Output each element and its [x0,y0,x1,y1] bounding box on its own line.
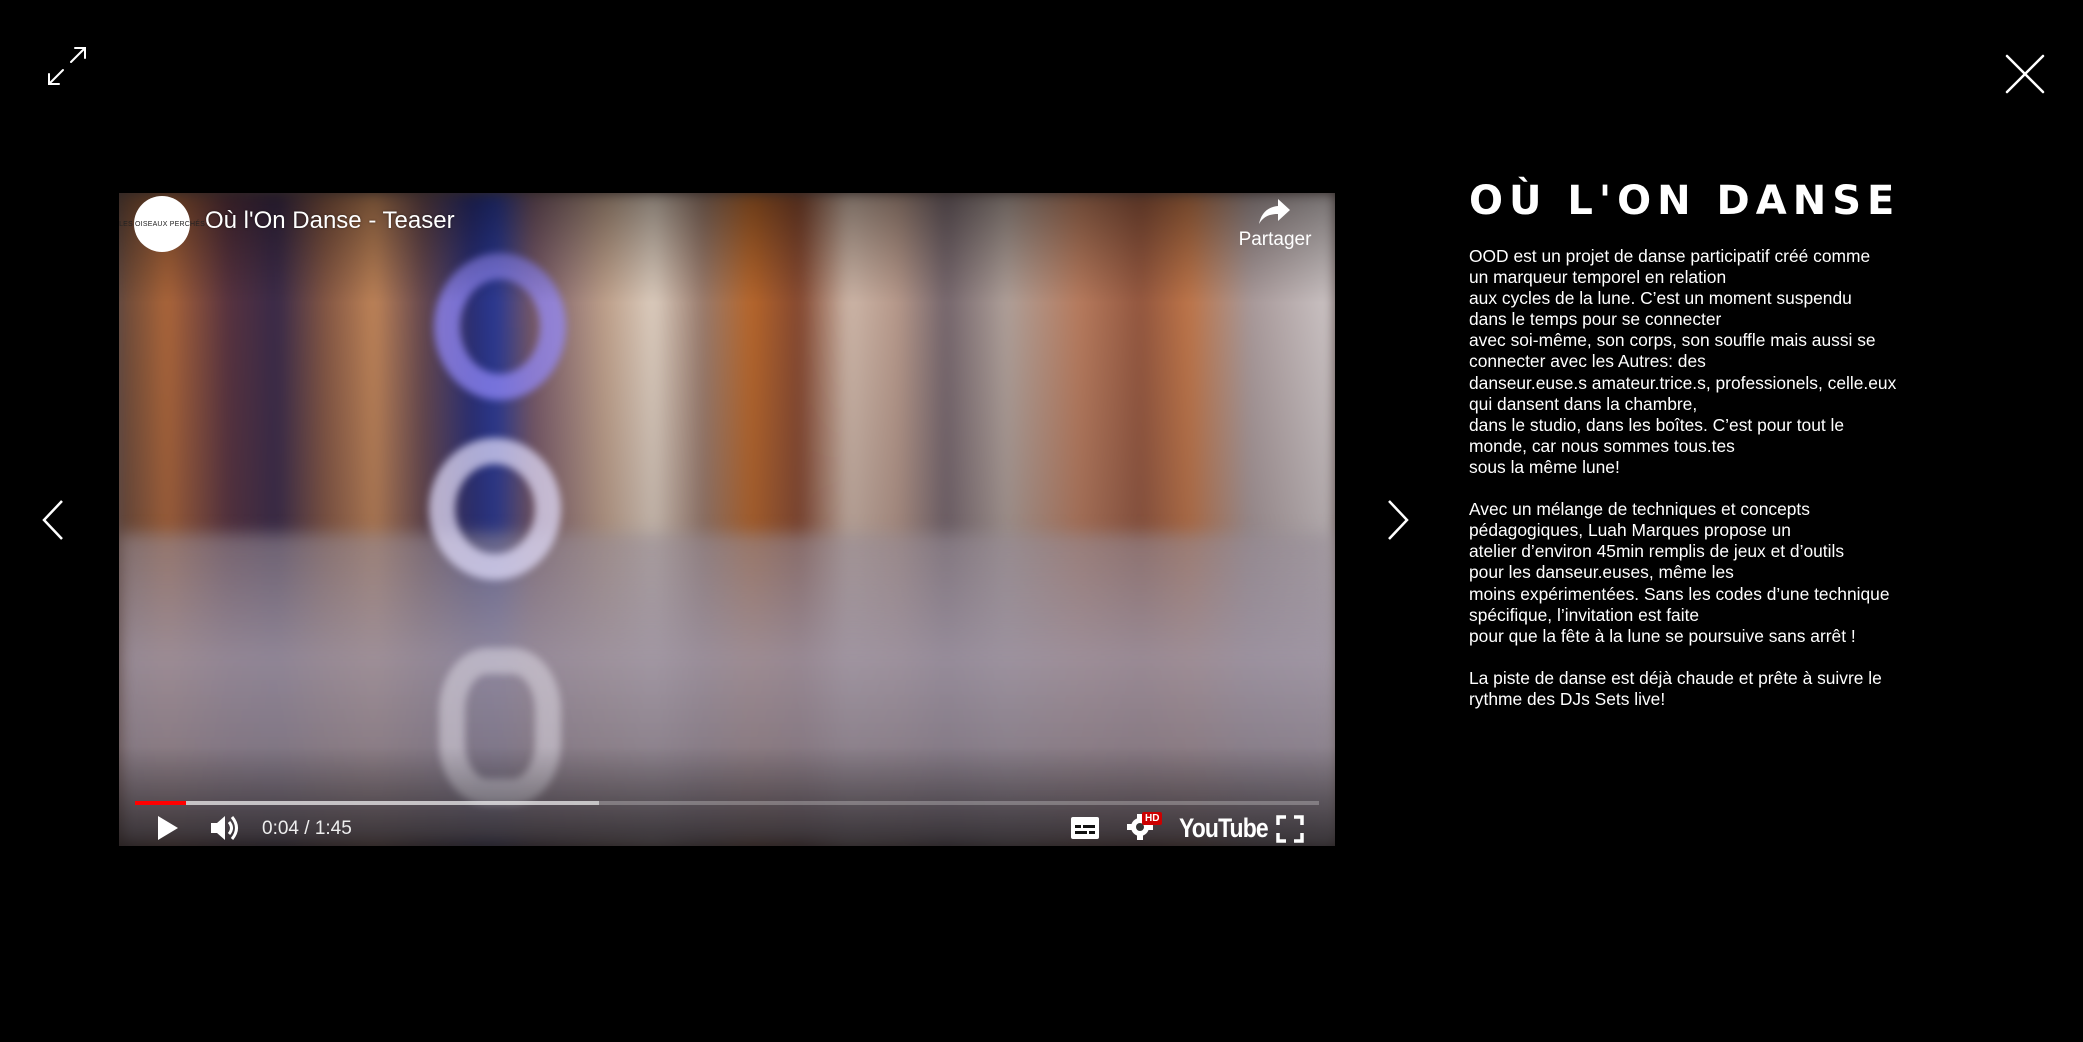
progress-bar[interactable] [135,801,1319,805]
play-icon[interactable] [155,813,181,843]
description-paragraph: OOD est un projet de danse participatif … [1469,246,1897,477]
hd-badge: HD [1142,812,1163,825]
share-label: Partager [1238,229,1312,250]
progress-buffered [135,801,600,805]
channel-avatar-text: LES OISEAUX PERCHÉS [119,220,205,228]
player-controls: 0:04 / 1:45 HD YouTube [119,811,1335,846]
share-button[interactable]: Partager [1227,193,1323,273]
youtube-logo[interactable]: YouTube [1179,813,1269,844]
description-paragraph: La piste de danse est déjà chaude et prê… [1469,667,1882,709]
fullscreen-icon[interactable] [1276,815,1304,843]
subtitles-icon[interactable] [1070,816,1100,840]
project-title: OÙ L'ON DANSE [1469,178,1901,224]
volume-icon[interactable] [209,813,243,843]
channel-avatar[interactable]: LES OISEAUX PERCHÉS [119,196,205,252]
chevron-left-icon[interactable] [38,498,68,542]
light-ring [429,438,561,580]
video-title[interactable]: Où l'On Danse - Teaser [205,207,455,235]
chevron-right-icon[interactable] [1383,498,1413,542]
expand-arrows-icon[interactable] [45,44,89,88]
description-paragraph: Avec un mélange de techniques et concept… [1469,499,1890,646]
progress-played [135,801,186,805]
close-x-icon[interactable] [2003,52,2047,96]
share-arrow-icon [1259,199,1290,224]
time-readout: 0:04 / 1:45 [262,818,352,839]
project-description: OÙ L'ON DANSE OOD est un projet de danse… [1469,176,1939,731]
video-player[interactable]: LES OISEAUX PERCHÉS Où l'On Danse - Teas… [119,193,1335,846]
